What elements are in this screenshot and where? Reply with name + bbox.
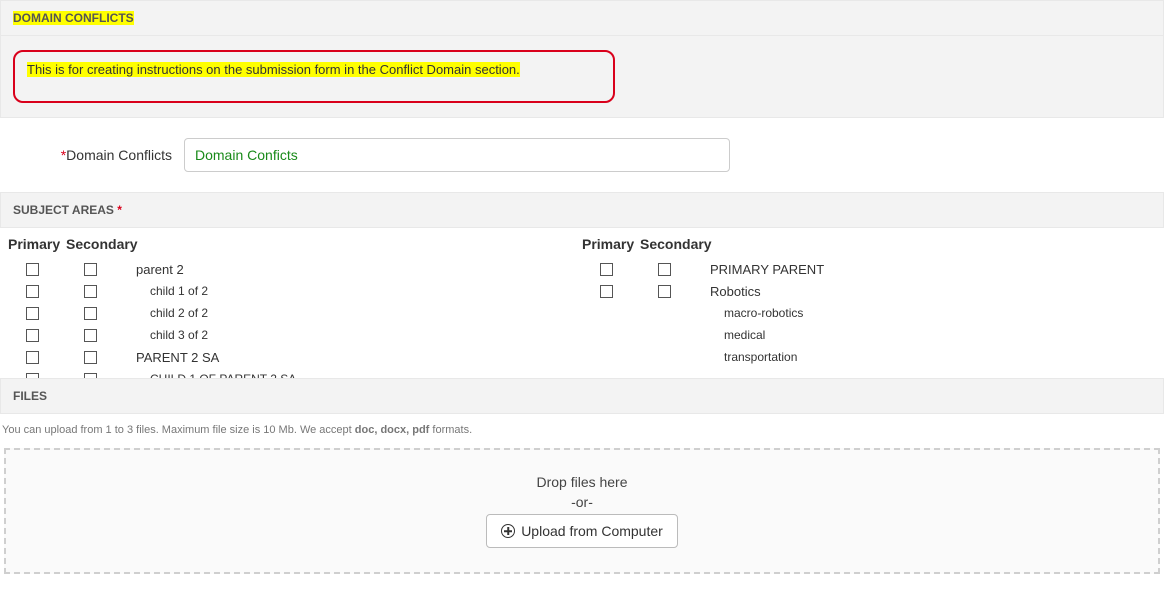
subject-area-label: parent 2 bbox=[124, 262, 184, 277]
primary-checkbox-cell bbox=[582, 263, 640, 276]
secondary-checkbox-cell bbox=[640, 263, 698, 276]
domain-conflicts-header: DOMAIN CONFLICTS bbox=[0, 0, 1164, 36]
primary-checkbox[interactable] bbox=[26, 373, 39, 379]
subject-area-label: CHILD 1 OF PARENT 2 SA bbox=[124, 372, 296, 378]
subject-areas-left-col: Primary Secondary parent 2 child 1 of 2 ch… bbox=[8, 236, 582, 378]
domain-conflicts-instruction-box: This is for creating instructions on the… bbox=[13, 50, 615, 103]
secondary-checkbox[interactable] bbox=[658, 285, 671, 298]
subject-areas-title: SUBJECT AREAS bbox=[13, 203, 114, 217]
secondary-checkbox-cell bbox=[66, 329, 124, 342]
subject-area-row: transportation bbox=[582, 346, 1156, 368]
primary-checkbox[interactable] bbox=[26, 285, 39, 298]
secondary-checkbox-cell bbox=[66, 285, 124, 298]
subject-area-label: medical bbox=[698, 328, 765, 342]
upload-button[interactable]: Upload from Computer bbox=[486, 514, 678, 548]
col-header-secondary: Secondary bbox=[66, 236, 138, 252]
secondary-checkbox[interactable] bbox=[84, 329, 97, 342]
primary-checkbox-cell bbox=[582, 285, 640, 298]
domain-conflicts-input[interactable] bbox=[184, 138, 730, 172]
subject-areas-right-headers: Primary Secondary bbox=[582, 236, 1156, 258]
subject-areas-required: * bbox=[117, 203, 122, 217]
subject-area-row: CHILD 1 OF PARENT 2 SA bbox=[8, 368, 582, 378]
subject-area-row: macro-robotics bbox=[582, 302, 1156, 324]
primary-checkbox[interactable] bbox=[26, 263, 39, 276]
files-note: You can upload from 1 to 3 files. Maximu… bbox=[0, 414, 1164, 446]
subject-area-row: parent 2 bbox=[8, 258, 582, 280]
secondary-checkbox-cell bbox=[66, 307, 124, 320]
secondary-checkbox[interactable] bbox=[84, 351, 97, 364]
domain-conflicts-label: *Domain Conflicts bbox=[12, 147, 184, 163]
subject-area-label: child 2 of 2 bbox=[124, 306, 208, 320]
drop-or: -or- bbox=[6, 494, 1158, 510]
secondary-checkbox-cell bbox=[640, 285, 698, 298]
secondary-checkbox[interactable] bbox=[84, 263, 97, 276]
subject-area-label: transportation bbox=[698, 350, 797, 364]
secondary-checkbox-cell bbox=[66, 263, 124, 276]
col-header-secondary: Secondary bbox=[640, 236, 712, 252]
primary-checkbox[interactable] bbox=[600, 263, 613, 276]
primary-checkbox-cell bbox=[8, 285, 66, 298]
primary-checkbox[interactable] bbox=[26, 329, 39, 342]
primary-checkbox-cell bbox=[8, 263, 66, 276]
files-header: FILES bbox=[0, 378, 1164, 414]
files-title: FILES bbox=[13, 389, 47, 403]
col-header-primary: Primary bbox=[8, 236, 66, 252]
primary-checkbox-cell bbox=[8, 373, 66, 379]
subject-area-label: child 1 of 2 bbox=[124, 284, 208, 298]
subject-areas-container[interactable]: Primary Secondary parent 2 child 1 of 2 ch… bbox=[0, 228, 1164, 378]
secondary-checkbox[interactable] bbox=[658, 263, 671, 276]
subject-area-row: child 3 of 2 bbox=[8, 324, 582, 346]
subject-area-row: child 1 of 2 bbox=[8, 280, 582, 302]
subject-area-label: child 3 of 2 bbox=[124, 328, 208, 342]
domain-conflicts-field-row: *Domain Conflicts bbox=[0, 122, 1164, 192]
subject-area-label: Robotics bbox=[698, 284, 761, 299]
primary-checkbox-cell bbox=[8, 329, 66, 342]
subject-areas-right-col: Primary Secondary PRIMARY PARENT Robotics… bbox=[582, 236, 1156, 378]
subject-areas-columns: Primary Secondary parent 2 child 1 of 2 ch… bbox=[8, 236, 1156, 378]
secondary-checkbox-cell bbox=[66, 373, 124, 379]
subject-area-label: macro-robotics bbox=[698, 306, 803, 320]
plus-circle-icon bbox=[501, 524, 515, 538]
file-dropzone[interactable]: Drop files here -or- Upload from Compute… bbox=[4, 448, 1160, 574]
primary-checkbox-cell bbox=[8, 351, 66, 364]
subject-area-label: PRIMARY PARENT bbox=[698, 262, 824, 277]
primary-checkbox[interactable] bbox=[600, 285, 613, 298]
subject-area-row: child 2 of 2 bbox=[8, 302, 582, 324]
drop-text: Drop files here bbox=[6, 474, 1158, 490]
subject-areas-header: SUBJECT AREAS * bbox=[0, 192, 1164, 228]
domain-conflicts-body: This is for creating instructions on the… bbox=[0, 36, 1164, 118]
secondary-checkbox[interactable] bbox=[84, 373, 97, 379]
domain-conflicts-title: DOMAIN CONFLICTS bbox=[13, 11, 134, 25]
upload-button-label: Upload from Computer bbox=[521, 523, 663, 539]
subject-area-row: Robotics bbox=[582, 280, 1156, 302]
primary-checkbox[interactable] bbox=[26, 351, 39, 364]
secondary-checkbox[interactable] bbox=[84, 307, 97, 320]
subject-area-row: PARENT 2 SA bbox=[8, 346, 582, 368]
subject-area-label: PARENT 2 SA bbox=[124, 350, 219, 365]
subject-area-row: medical bbox=[582, 324, 1156, 346]
secondary-checkbox[interactable] bbox=[84, 285, 97, 298]
col-header-primary: Primary bbox=[582, 236, 640, 252]
secondary-checkbox-cell bbox=[66, 351, 124, 364]
subject-area-row: PRIMARY PARENT bbox=[582, 258, 1156, 280]
domain-conflicts-instruction: This is for creating instructions on the… bbox=[27, 62, 520, 77]
primary-checkbox-cell bbox=[8, 307, 66, 320]
subject-areas-left-headers: Primary Secondary bbox=[8, 236, 582, 258]
primary-checkbox[interactable] bbox=[26, 307, 39, 320]
